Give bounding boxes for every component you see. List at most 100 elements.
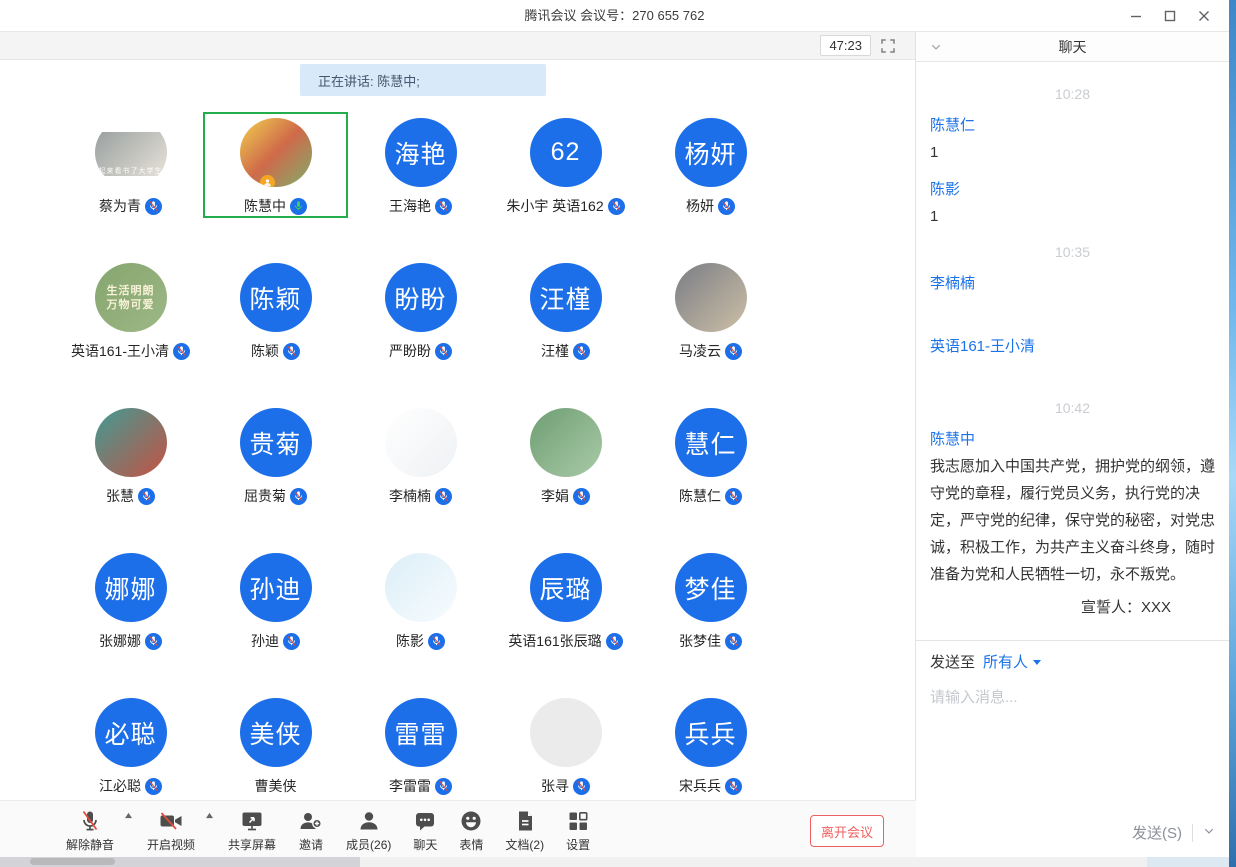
mic-muted-icon xyxy=(725,488,742,505)
leave-meeting-button[interactable]: 离开会议 xyxy=(810,815,884,847)
participant-avatar: 陈颖 xyxy=(240,263,312,332)
participant-name: 汪槿 xyxy=(541,341,569,361)
toolbar-emoji-button[interactable]: 表情 xyxy=(459,808,483,853)
chat-sender-name[interactable]: 陈影 xyxy=(930,178,1215,199)
mic-muted-icon xyxy=(573,343,590,360)
title-bar[interactable]: 腾讯会议 会议号：270 655 762 xyxy=(0,0,1229,32)
chat-sender-name[interactable]: 李楠楠 xyxy=(930,272,1215,293)
fullscreen-icon[interactable] xyxy=(879,37,897,55)
participant-name: 李娟 xyxy=(541,486,569,506)
participant-tile[interactable]: 马凌云 xyxy=(638,257,783,363)
meeting-timer: 47:23 xyxy=(820,35,871,56)
toolbar-members-button[interactable]: 成员(26) xyxy=(346,808,391,853)
chat-sender-name[interactable]: 英语161-王小清 xyxy=(930,335,1215,356)
chat-message-text: 我志愿加入中国共产党，拥护党的纲领，遵守党的章程，履行党员义务，执行党的决定，严… xyxy=(930,453,1215,588)
mic-muted-icon xyxy=(725,633,742,650)
participant-tile[interactable]: 梦佳张梦佳 xyxy=(638,547,783,653)
chat-panel: 聊天 10:28陈慧仁1陈影110:35李楠楠英语161-王小清10:42陈慧中… xyxy=(916,32,1229,857)
toolbar-settings-button[interactable]: 设置 xyxy=(566,808,590,853)
send-button[interactable]: 发送(S) xyxy=(1132,822,1182,843)
participant-tile[interactable]: 起来看书了大学生蔡为青 xyxy=(58,112,203,218)
mic-muted-icon xyxy=(718,198,735,215)
participant-tile[interactable]: 杨妍杨妍 xyxy=(638,112,783,218)
settings-icon xyxy=(566,808,590,834)
chat-compose-area: 发送至 所有人 请输入消息... 发送(S) xyxy=(916,640,1229,857)
participant-avatar: 海艳 xyxy=(385,118,457,187)
send-options-chevron-icon[interactable] xyxy=(1203,824,1215,842)
mic-muted-icon xyxy=(608,198,625,215)
mic-off-icon xyxy=(78,808,102,834)
mic-muted-icon xyxy=(145,633,162,650)
toolbar-options-arrow-icon[interactable] xyxy=(205,812,214,819)
document-icon xyxy=(513,808,537,834)
participant-tile[interactable]: 李楠楠 xyxy=(348,402,493,508)
participant-avatar xyxy=(675,263,747,332)
participant-tile[interactable]: 陈慧中 xyxy=(203,112,348,218)
toolbar-options-arrow-icon[interactable] xyxy=(124,812,133,819)
send-to-dropdown[interactable]: 所有人 xyxy=(983,651,1041,672)
chat-header: 聊天 xyxy=(916,32,1229,62)
participant-tile[interactable]: 张慧 xyxy=(58,402,203,508)
participant-avatar: 盼盼 xyxy=(385,263,457,332)
scrollbar-thumb[interactable] xyxy=(30,858,115,865)
toolbar-chat-button[interactable]: 聊天 xyxy=(413,808,437,853)
participant-avatar: 美侠 xyxy=(240,698,312,767)
mic-muted-icon xyxy=(435,488,452,505)
toolbar-label: 文档(2) xyxy=(505,836,544,853)
window-controls xyxy=(1119,0,1221,32)
participant-tile[interactable]: 雷雷李雷雷 xyxy=(348,692,493,798)
mic-muted-icon xyxy=(573,488,590,505)
participant-avatar: 慧仁 xyxy=(675,408,747,477)
toolbar-label: 聊天 xyxy=(413,836,437,853)
participant-name: 屈贵菊 xyxy=(244,486,286,506)
minimize-button[interactable] xyxy=(1119,0,1153,32)
participant-avatar: 杨妍 xyxy=(675,118,747,187)
participant-avatar xyxy=(530,408,602,477)
close-button[interactable] xyxy=(1187,0,1221,32)
host-badge-icon xyxy=(260,175,275,187)
participant-name: 严盼盼 xyxy=(389,341,431,361)
participant-avatar: 起来看书了大学生 xyxy=(95,118,167,187)
participant-tile[interactable]: 慧仁陈慧仁 xyxy=(638,402,783,508)
toolbar-share-screen-button[interactable]: 共享屏幕 xyxy=(228,808,276,853)
chevron-down-icon[interactable] xyxy=(930,40,942,56)
chat-message-list[interactable]: 10:28陈慧仁1陈影110:35李楠楠英语161-王小清10:42陈慧中我志愿… xyxy=(916,62,1229,640)
participant-tile[interactable]: 兵兵宋兵兵 xyxy=(638,692,783,798)
mic-muted-icon xyxy=(606,633,623,650)
participant-tile[interactable]: 汪槿汪槿 xyxy=(493,257,638,363)
participant-tile[interactable]: 孙迪孙迪 xyxy=(203,547,348,653)
participant-tile[interactable]: 陈影 xyxy=(348,547,493,653)
mic-muted-icon xyxy=(573,778,590,795)
participant-tile[interactable]: 必聪江必聪 xyxy=(58,692,203,798)
chat-message-text: 1 xyxy=(930,139,1215,166)
message-input[interactable]: 请输入消息... xyxy=(930,686,1215,822)
toolbar-docs-button[interactable]: 文档(2) xyxy=(505,808,544,853)
participant-tile[interactable]: 海艳王海艳 xyxy=(348,112,493,218)
participant-name: 陈影 xyxy=(396,631,424,651)
chat-sender-name[interactable]: 陈慧仁 xyxy=(930,114,1215,135)
participant-tile[interactable]: 贵菊屈贵菊 xyxy=(203,402,348,508)
participant-tile[interactable]: 辰璐英语161张辰璐 xyxy=(493,547,638,653)
chat-sender-name[interactable]: 陈慧中 xyxy=(930,428,1215,449)
participant-tile[interactable]: 生活明朗 万物可爱英语161-王小清 xyxy=(58,257,203,363)
participant-tile[interactable]: 张寻 xyxy=(493,692,638,798)
participant-avatar xyxy=(240,118,312,187)
participant-tile[interactable]: 娜娜张娜娜 xyxy=(58,547,203,653)
participant-tile[interactable]: 李娟 xyxy=(493,402,638,508)
maximize-button[interactable] xyxy=(1153,0,1187,32)
participant-tile[interactable]: 盼盼严盼盼 xyxy=(348,257,493,363)
participant-name: 王海艳 xyxy=(389,196,431,216)
mic-muted-icon xyxy=(290,488,307,505)
participant-avatar: 娜娜 xyxy=(95,553,167,622)
chat-timestamp: 10:28 xyxy=(930,86,1215,102)
participant-tile[interactable]: 陈颖陈颖 xyxy=(203,257,348,363)
chat-title: 聊天 xyxy=(1059,37,1087,57)
meeting-top-strip: 47:23 xyxy=(0,32,915,60)
participant-tile[interactable]: 美侠曹美侠 xyxy=(203,692,348,798)
toolbar-invite-button[interactable]: 邀请 xyxy=(298,808,324,853)
toolbar-start-video-button[interactable]: 开启视频 xyxy=(147,808,195,853)
participant-tile[interactable]: 62朱小宇 英语162 xyxy=(493,112,638,218)
participant-avatar: 汪槿 xyxy=(530,263,602,332)
toolbar-unmute-button[interactable]: 解除静音 xyxy=(66,808,114,853)
participant-name: 宋兵兵 xyxy=(679,776,721,796)
